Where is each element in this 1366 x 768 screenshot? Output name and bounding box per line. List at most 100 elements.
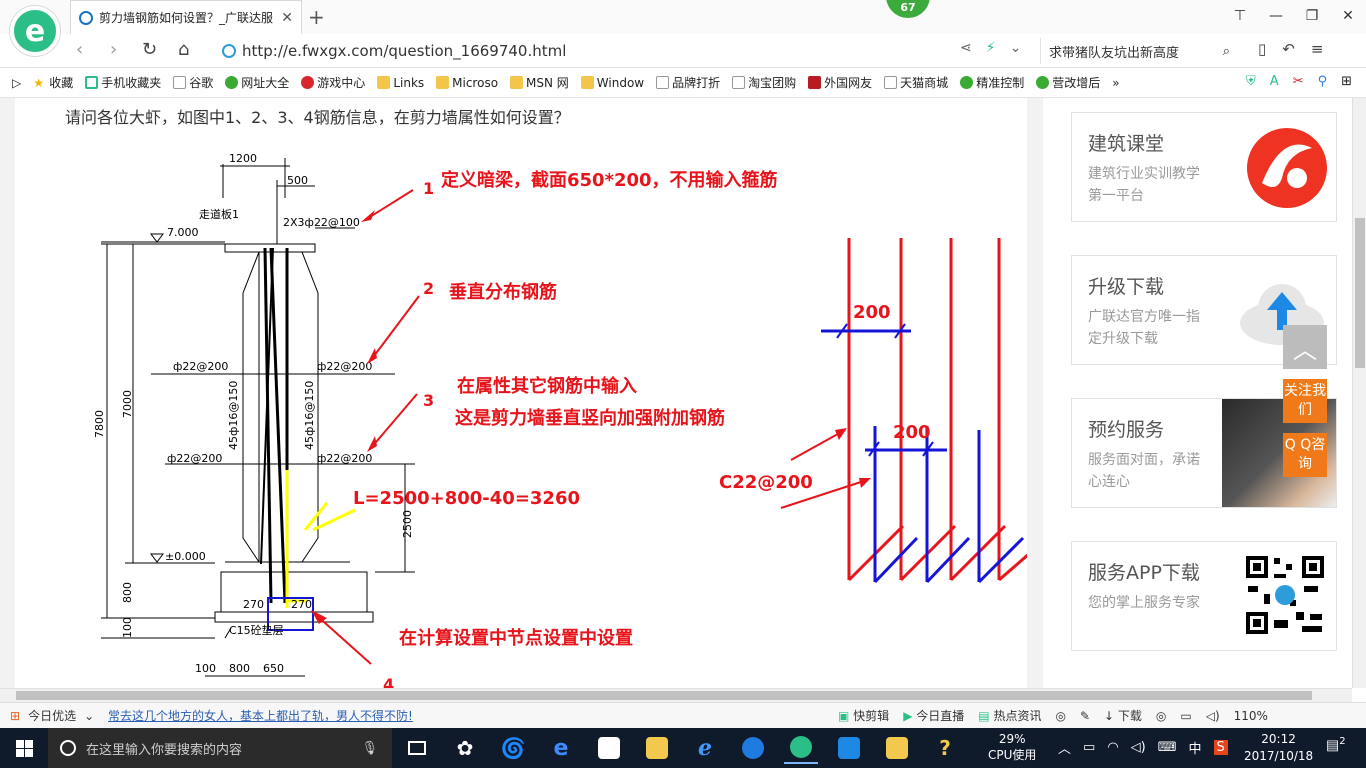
shear-wall-drawing: 1200 500 走道板1 2X3ф22@100 7.000 7800 7000… bbox=[93, 152, 1027, 688]
cpu-label: CPU使用 bbox=[988, 748, 1037, 762]
page-content: 请问各位大虾，如图中1、2、3、4钢筋信息，在剪力墙属性如何设置？ 1200 5… bbox=[0, 98, 1352, 688]
share-icon[interactable]: ⋖ bbox=[960, 40, 972, 56]
restore-button[interactable]: ❐ bbox=[1294, 0, 1330, 32]
undo-icon[interactable]: ↶ bbox=[1282, 40, 1295, 58]
store-icon[interactable] bbox=[592, 732, 626, 764]
download-link[interactable]: ↓ 下载 bbox=[1104, 707, 1142, 724]
ie-icon[interactable]: ℯ bbox=[688, 732, 722, 764]
system-tray: ︿ ▭ ◠ ◁) ⌨ 中 S bbox=[1058, 738, 1228, 757]
quick-edit-link[interactable]: ▣ 快剪辑 bbox=[838, 707, 889, 724]
magnifier-icon[interactable]: ⚲ bbox=[1318, 74, 1328, 89]
edge-icon[interactable]: e bbox=[544, 732, 578, 764]
taskbar-search-input[interactable]: 在这里输入你要搜索的内容 🎙 bbox=[48, 728, 392, 768]
card-title: 建筑课堂 bbox=[1088, 133, 1165, 155]
url-text: http://e.fwxgx.com/question_1669740.html bbox=[242, 42, 567, 60]
keyboard-icon[interactable]: ⌨ bbox=[1158, 740, 1177, 755]
new-tab-button[interactable]: + bbox=[308, 5, 325, 29]
translate-icon[interactable]: A bbox=[1270, 74, 1279, 89]
callout-text: 在计算设置中节点设置中设置 bbox=[399, 627, 633, 649]
bookmark-item[interactable]: Microso bbox=[436, 76, 498, 90]
microphone-icon[interactable]: 🎙 bbox=[361, 741, 378, 756]
ime-indicator[interactable]: 中 bbox=[1189, 738, 1202, 757]
browser-app-icon[interactable] bbox=[784, 732, 818, 764]
shield-icon[interactable]: ⛨ bbox=[1246, 74, 1256, 89]
bookmark-item[interactable]: Links bbox=[377, 76, 424, 90]
lightning-icon[interactable]: ⚡ bbox=[986, 40, 996, 56]
vertical-scrollbar[interactable] bbox=[1352, 98, 1366, 688]
tab-close-icon[interactable]: ✕ bbox=[281, 10, 293, 26]
callout-text: 在属性其它钢筋中输入 bbox=[457, 375, 637, 397]
weather-badge[interactable]: 67 bbox=[886, 0, 930, 18]
notifications-icon[interactable]: ▤2 bbox=[1326, 736, 1346, 754]
search-input[interactable]: 求带猪队友坑出新高度 ⌕ bbox=[1040, 38, 1240, 64]
qq-consult-button[interactable]: Q Q咨询 bbox=[1283, 433, 1327, 477]
follow-us-button[interactable]: 关注我们 bbox=[1283, 379, 1327, 423]
notes-icon[interactable] bbox=[880, 732, 914, 764]
tab-active[interactable]: 剪力墙钢筋如何设置？_广联达服 ✕ bbox=[70, 0, 302, 34]
refresh-icon[interactable]: ↻ bbox=[142, 39, 157, 60]
card-app-download[interactable]: 服务APP下载 您的掌上服务专家 bbox=[1071, 541, 1337, 651]
bookmarks-more-icon[interactable]: » bbox=[1112, 76, 1119, 90]
wifi-icon[interactable]: ◠ bbox=[1107, 740, 1118, 755]
bookmark-item[interactable]: 游戏中心 bbox=[301, 74, 365, 91]
cleanup-icon[interactable]: ▭ bbox=[1180, 709, 1191, 723]
tab-title: 剪力墙钢筋如何设置？_广联达服 bbox=[99, 11, 274, 25]
clock[interactable]: 20:12 2017/10/18 bbox=[1244, 731, 1313, 765]
horizontal-scrollbar[interactable] bbox=[0, 688, 1352, 702]
help-icon[interactable]: ? bbox=[928, 732, 962, 764]
bookmark-item[interactable]: 营改增后 bbox=[1036, 74, 1100, 91]
app-plus-icon[interactable] bbox=[832, 732, 866, 764]
search-icon[interactable]: ⌕ bbox=[1223, 44, 1230, 59]
card-course[interactable]: 建筑课堂 建筑行业实训教学第一平台 bbox=[1071, 112, 1337, 222]
hot-news-link[interactable]: ▤ 热点资讯 bbox=[978, 707, 1041, 724]
news-ticker-link[interactable]: 常去这几个地方的女人，基本上都出了轨，男人不得不防! bbox=[108, 707, 413, 724]
dim-label: 800 bbox=[229, 662, 250, 675]
shirt-icon[interactable]: ⊤ bbox=[1222, 0, 1258, 32]
tools-icon[interactable]: ✎ bbox=[1080, 709, 1090, 723]
minimize-button[interactable]: — bbox=[1258, 0, 1294, 32]
fan-icon[interactable]: ✿ bbox=[448, 732, 482, 764]
bookmark-item[interactable]: 天猫商城 bbox=[884, 74, 948, 91]
today-picks-link[interactable]: 今日优选 bbox=[28, 707, 76, 724]
live-link[interactable]: ▶ 今日直播 bbox=[903, 707, 964, 724]
url-field[interactable]: http://e.fwxgx.com/question_1669740.html bbox=[222, 38, 1032, 64]
bookmark-item[interactable]: ★ 收藏 bbox=[33, 74, 73, 91]
bookmark-item[interactable]: MSN 网 bbox=[510, 74, 569, 91]
bookmark-item[interactable]: 谷歌 bbox=[173, 74, 213, 91]
sogou-icon[interactable]: S bbox=[1213, 740, 1228, 755]
bookmark-item[interactable]: 精准控制 bbox=[960, 74, 1024, 91]
swirl-icon[interactable]: 🌀 bbox=[496, 732, 530, 764]
forward-button[interactable]: › bbox=[110, 39, 117, 60]
file-explorer-icon[interactable] bbox=[640, 732, 674, 764]
bookmark-item[interactable]: Window bbox=[580, 76, 644, 90]
sound-icon[interactable]: ◁) bbox=[1206, 709, 1220, 723]
sidebar-toggle-icon[interactable]: ▷ bbox=[12, 76, 21, 90]
back-button[interactable]: ‹ bbox=[76, 39, 83, 60]
card-title: 升级下载 bbox=[1088, 276, 1165, 298]
menu-icon[interactable]: ≡ bbox=[1311, 40, 1324, 58]
ie-mode-icon[interactable]: ◎ bbox=[1156, 709, 1166, 723]
chevron-down-icon[interactable]: ⌄ bbox=[1010, 40, 1022, 56]
speed-icon[interactable]: ◎ bbox=[1055, 709, 1065, 723]
grid-icon[interactable]: ⊞ bbox=[1341, 74, 1352, 89]
start-button[interactable] bbox=[0, 728, 48, 768]
bookmark-item[interactable]: 淘宝团购 bbox=[732, 74, 796, 91]
task-view-icon[interactable] bbox=[400, 732, 434, 764]
volume-icon[interactable]: ◁) bbox=[1131, 740, 1146, 755]
browser-logo-icon[interactable]: e bbox=[10, 6, 60, 56]
scissors-icon[interactable]: ✂ bbox=[1293, 74, 1304, 89]
battery-icon[interactable]: ▭ bbox=[1083, 740, 1095, 755]
chevron-down-icon[interactable]: ⌄ bbox=[84, 709, 94, 723]
phone-icon[interactable]: ▯ bbox=[1258, 40, 1266, 58]
bookmark-item[interactable]: 品牌打折 bbox=[656, 74, 720, 91]
cpu-meter[interactable]: 29% CPU使用 bbox=[988, 731, 1036, 763]
zoom-level[interactable]: 110% bbox=[1234, 709, 1268, 723]
tray-expand-icon[interactable]: ︿ bbox=[1058, 738, 1071, 757]
bookmark-item[interactable]: 手机收藏夹 bbox=[85, 74, 161, 91]
bookmark-item[interactable]: 外国网友 bbox=[808, 74, 872, 91]
back-to-top-button[interactable]: ︿ bbox=[1283, 325, 1327, 369]
close-window-button[interactable]: ✕ bbox=[1330, 0, 1366, 32]
bookmark-item[interactable]: 网址大全 bbox=[225, 74, 289, 91]
glodon-icon[interactable] bbox=[736, 732, 770, 764]
home-icon[interactable]: ⌂ bbox=[178, 39, 189, 60]
